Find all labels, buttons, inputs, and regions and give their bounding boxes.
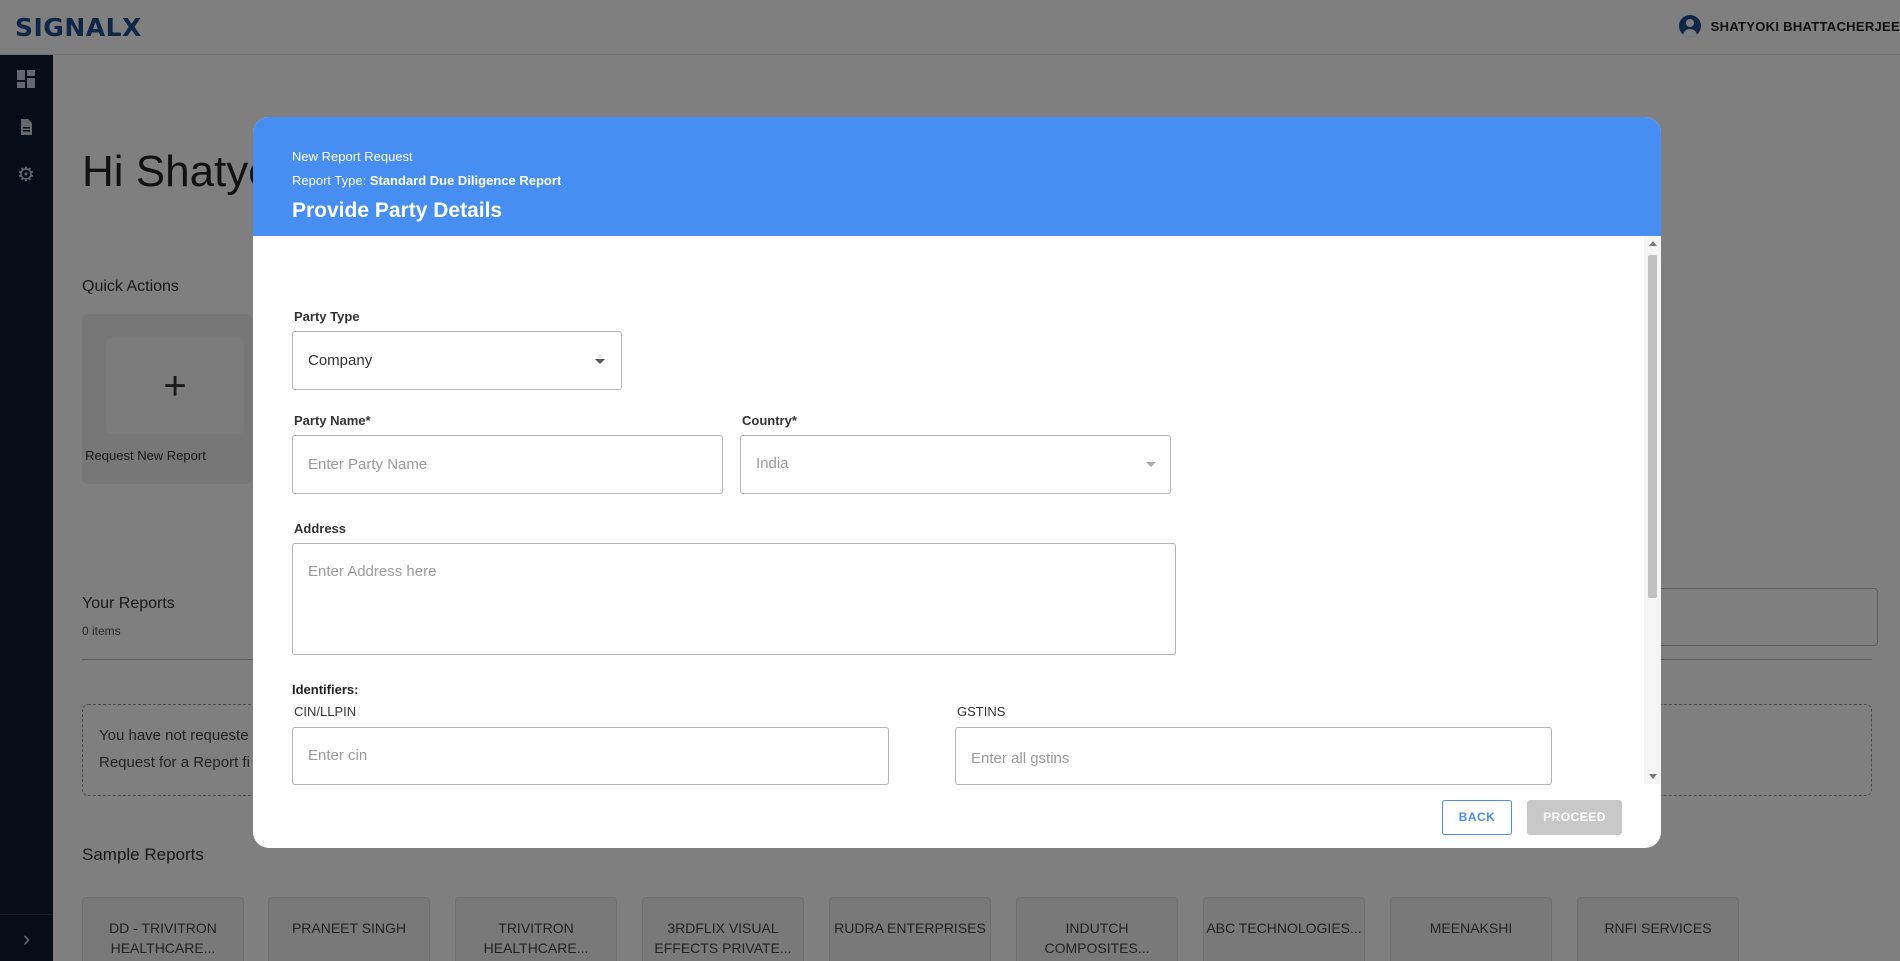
dropdown-caret-icon <box>1146 462 1156 467</box>
gstins-input[interactable]: Enter all gstins <box>955 727 1552 785</box>
dropdown-caret-icon <box>595 359 605 364</box>
party-type-value: Company <box>308 352 373 369</box>
address-textarea[interactable]: Enter Address here <box>292 543 1176 655</box>
new-report-modal: New Report Request Report Type: Standard… <box>253 117 1661 848</box>
gstins-placeholder: Enter all gstins <box>971 750 1070 767</box>
cin-placeholder: Enter cin <box>308 747 368 764</box>
party-name-input[interactable]: Enter Party Name <box>292 435 723 494</box>
address-label: Address <box>294 521 347 536</box>
party-type-select[interactable]: Company <box>292 331 622 390</box>
report-type: Report Type: Standard Due Diligence Repo… <box>292 173 561 188</box>
scroll-thumb[interactable] <box>1648 255 1657 598</box>
proceed-button[interactable]: PROCEED <box>1527 800 1622 835</box>
modal-title: Provide Party Details <box>292 199 503 222</box>
report-type-value: Standard Due Diligence Report <box>369 173 562 188</box>
cin-input[interactable]: Enter cin <box>292 727 889 785</box>
scroll-up-arrow-icon[interactable] <box>1649 241 1657 246</box>
party-name-placeholder: Enter Party Name <box>308 456 428 473</box>
address-placeholder: Enter Address here <box>308 563 437 580</box>
modal-header: New Report Request Report Type: Standard… <box>253 117 1661 236</box>
modal-subtitle: New Report Request <box>292 149 413 164</box>
party-name-label: Party Name* <box>294 413 371 428</box>
country-select[interactable]: India <box>740 435 1171 494</box>
modal-scrollbar[interactable] <box>1644 236 1661 784</box>
scroll-down-arrow-icon[interactable] <box>1649 774 1657 779</box>
report-type-label: Report Type: <box>292 173 370 188</box>
country-value: India <box>756 455 789 472</box>
cin-label: CIN/LLPIN <box>294 704 357 719</box>
party-type-label: Party Type <box>294 309 360 324</box>
identifiers-label: Identifiers: <box>292 682 359 697</box>
back-button[interactable]: BACK <box>1442 800 1512 835</box>
gstins-label: GSTINS <box>957 704 1006 719</box>
country-label: Country* <box>742 413 797 428</box>
